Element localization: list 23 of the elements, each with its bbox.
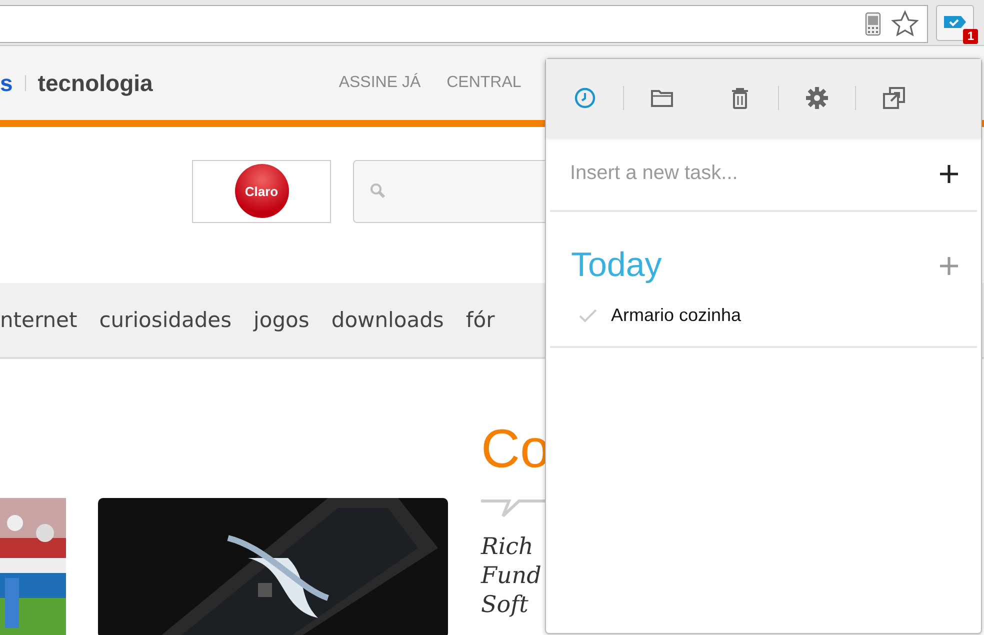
nav-link[interactable]: jogos — [254, 308, 310, 332]
site-brand[interactable]: tecnologia — [38, 70, 153, 96]
settings-icon[interactable] — [805, 86, 829, 110]
clock-icon[interactable] — [573, 86, 597, 110]
new-task-field[interactable]: Insert a new task... — [568, 161, 939, 186]
popout-icon[interactable] — [882, 86, 906, 110]
nav-link[interactable]: curiosidades — [99, 308, 232, 332]
add-task-button[interactable] — [939, 164, 959, 184]
task-title[interactable]: Armario cozinha — [611, 305, 742, 326]
section-title: Today — [571, 246, 662, 285]
notification-badge: 1 — [963, 28, 978, 44]
extension-button[interactable] — [936, 4, 974, 40]
search-icon — [370, 183, 386, 199]
nav-link[interactable]: nternet — [0, 308, 78, 332]
star-icon[interactable] — [891, 10, 919, 38]
checkmark-icon[interactable] — [579, 308, 597, 322]
nav-link[interactable]: fór — [466, 308, 495, 332]
add-to-section-button[interactable] — [939, 256, 959, 276]
sponsor-logo: Claro — [234, 164, 288, 218]
nav-link[interactable]: downloads — [331, 308, 444, 332]
phone-icon[interactable] — [865, 12, 881, 36]
sponsor-banner[interactable]: Claro — [192, 160, 331, 222]
site-brand[interactable]: s — [0, 70, 13, 96]
